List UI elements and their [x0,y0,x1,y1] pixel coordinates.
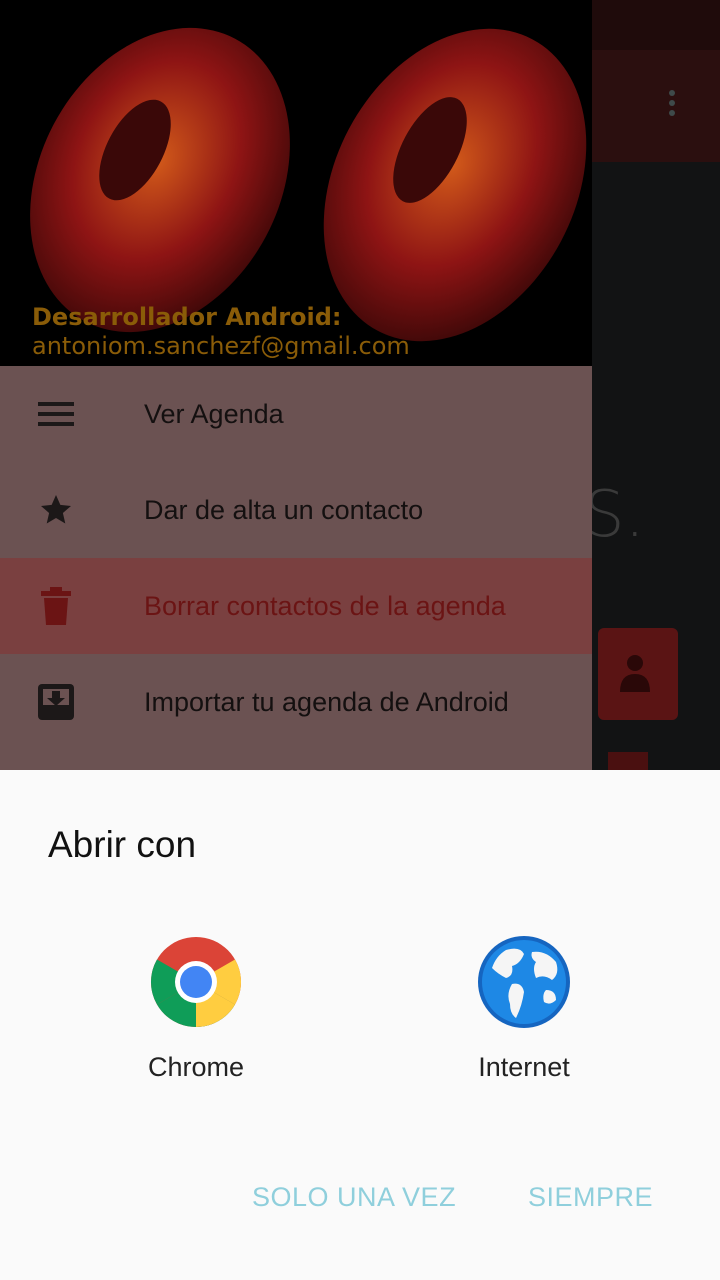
globe-icon [476,934,572,1030]
navigation-drawer: Desarrollador Android: antoniom.sanchezf… [0,0,592,770]
menu-item-label: Ver Agenda [144,398,284,429]
status-bar [592,0,720,50]
menu-item-label: Dar de alta un contacto [144,494,424,525]
menu-item-importar-agenda[interactable]: Importar tu agenda de Android [0,654,592,750]
overflow-menu-icon[interactable] [664,86,680,126]
app-option-chrome[interactable]: Chrome [96,934,296,1083]
header-email: antoniom.sanchezf@gmail.com [32,332,410,360]
menu-item-dar-de-alta[interactable]: Dar de alta un contacto [0,462,592,558]
drawer-menu: Ver Agenda Dar de alta un contacto Borra… [0,366,592,750]
drawer-header: Desarrollador Android: antoniom.sanchezf… [0,0,592,366]
star-icon [36,490,76,530]
menu-icon [36,394,76,434]
menu-item-label: Borrar contactos de la agenda [144,590,506,621]
download-tray-icon [36,682,76,722]
menu-item-ver-agenda[interactable]: Ver Agenda [0,366,592,462]
siempre-button[interactable]: SIEMPRE [528,1182,653,1213]
sheet-title: Abrir con [48,824,197,865]
contact-book-image-2 [608,752,648,770]
menu-item-borrar-contactos[interactable]: Borrar contactos de la agenda [0,558,592,654]
background-app: S. [592,0,720,770]
chrome-icon [148,934,244,1030]
header-title: Desarrollador Android: [32,303,342,331]
open-with-sheet: Abrir con Chrome Internet SOLO UNA VEZ S… [0,770,720,1280]
app-label: Chrome [147,1052,245,1082]
menu-item-label: Importar tu agenda de Android [144,686,509,717]
solo-una-vez-button[interactable]: SOLO UNA VEZ [252,1182,456,1213]
app-label: Internet [478,1052,570,1082]
contact-book-image [598,628,678,720]
trash-icon [36,586,76,626]
app-toolbar [592,50,720,162]
app-option-internet[interactable]: Internet [424,934,624,1083]
person-icon [620,655,650,692]
background-text: S. [592,478,645,552]
